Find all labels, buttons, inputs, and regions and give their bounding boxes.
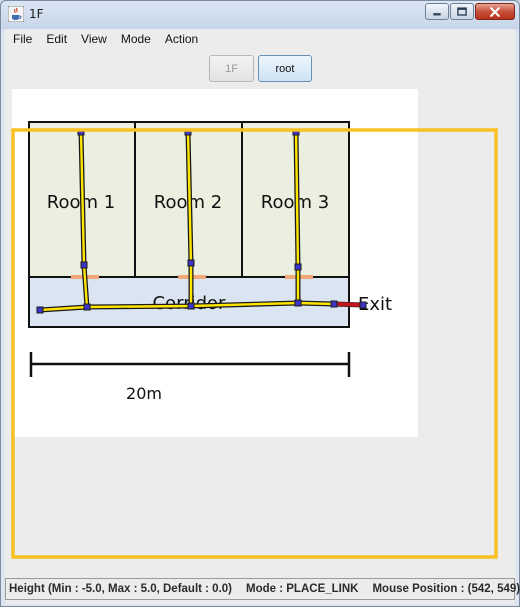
scale-label: 20m bbox=[126, 384, 162, 403]
menu-bar: File Edit View Mode Action bbox=[5, 29, 515, 49]
floor-1f-button[interactable]: 1F bbox=[209, 55, 254, 82]
floor-plan-canvas[interactable]: Room 1 Room 2 Room 3 Corridor Exit 20m bbox=[5, 85, 515, 575]
node bbox=[187, 259, 195, 267]
title-bar[interactable]: 1F bbox=[1, 1, 519, 29]
node bbox=[80, 261, 88, 269]
node bbox=[294, 299, 302, 307]
menu-file[interactable]: File bbox=[5, 32, 39, 46]
floor-plan-drawing: Room 1 Room 2 Room 3 Corridor Exit 20m bbox=[11, 89, 498, 559]
status-bar: Height (Min : -5.0, Max : 5.0, Default :… bbox=[5, 578, 520, 600]
menu-mode[interactable]: Mode bbox=[114, 32, 158, 46]
close-icon bbox=[490, 7, 500, 17]
window-controls bbox=[425, 3, 515, 20]
node bbox=[83, 303, 91, 311]
java-cup-icon bbox=[8, 6, 24, 22]
status-mouse-position: Mouse Position : (542, 549) bbox=[372, 583, 520, 595]
menu-action[interactable]: Action bbox=[158, 32, 205, 46]
menu-edit[interactable]: Edit bbox=[39, 32, 74, 46]
minimize-icon bbox=[433, 13, 441, 16]
app-window: 1F File Edit View Mode Action 1F root Ro… bbox=[0, 0, 520, 607]
window-content: File Edit View Mode Action 1F root Room … bbox=[5, 29, 520, 604]
root-button[interactable]: root bbox=[258, 55, 312, 82]
node bbox=[36, 306, 44, 314]
status-height: Height (Min : -5.0, Max : 5.0, Default :… bbox=[9, 583, 233, 595]
close-button[interactable] bbox=[475, 3, 515, 20]
window-title: 1F bbox=[29, 7, 44, 21]
maximize-icon bbox=[457, 7, 467, 16]
node bbox=[330, 300, 338, 308]
node bbox=[294, 263, 302, 271]
status-mode: Mode : PLACE_LINK bbox=[246, 583, 359, 595]
node bbox=[187, 302, 195, 310]
maximize-button[interactable] bbox=[450, 3, 474, 20]
minimize-button[interactable] bbox=[425, 3, 449, 20]
node bbox=[359, 301, 367, 309]
menu-view[interactable]: View bbox=[74, 32, 114, 46]
